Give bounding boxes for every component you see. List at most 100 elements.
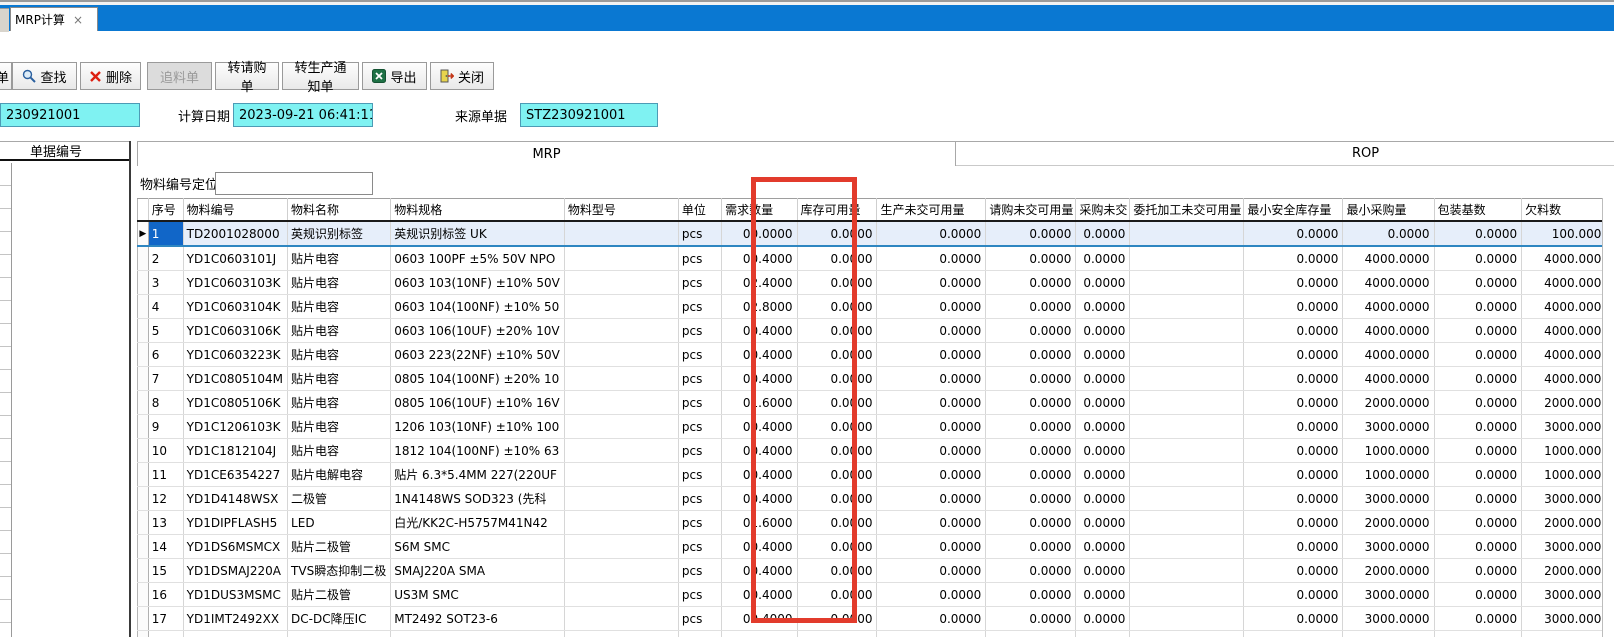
cell-stock-available[interactable]: 0.0000 [797,583,877,607]
cell-stock-available[interactable]: 0.0000 [797,535,877,559]
cell-shortage-qty[interactable]: 4000.0000 [1522,343,1614,367]
cell-demand-qty[interactable]: 00.0000 [722,221,797,246]
table-row[interactable]: 16YD1DUS3MSMC贴片二极管US3M SMCpcs00.40000.00… [138,583,1614,607]
cell-purchase-open[interactable]: 0.0000 [1076,607,1130,631]
cell-subcontract-open[interactable] [1130,246,1244,271]
cell-code[interactable]: YD1C1812104J [183,439,287,463]
cell-name[interactable]: TVS瞬态抑制二极 [288,559,391,583]
cell-subcontract-open[interactable] [1130,271,1244,295]
cell-seq[interactable]: 10 [148,439,183,463]
column-header-requisition-open[interactable]: 请购未交可用量 [986,199,1076,222]
cell-pack-base[interactable]: 0.0000 [1434,463,1522,487]
cell-unit[interactable]: pcs [678,583,721,607]
cell-demand-qty[interactable]: 00.4000 [722,487,797,511]
cell-min-purchase-qty[interactable]: 1000.0000 [1343,439,1434,463]
row-selector[interactable] [138,367,149,391]
cell-unit[interactable]: pcs [678,559,721,583]
cell-demand-qty[interactable]: 02.4000 [722,271,797,295]
cell-purchase-open[interactable]: 0.0000 [1076,487,1130,511]
cell-spec[interactable]: 1812 104(100NF) ±10% 63 [391,439,565,463]
cell-model[interactable] [564,295,678,319]
column-header-model[interactable]: 物料型号 [564,199,678,222]
table-row[interactable]: 4YD1C0603104K贴片电容0603 104(100NF) ±10% 50… [138,295,1614,319]
cell-demand-qty[interactable]: 01.6000 [722,391,797,415]
cell-stock-available[interactable]: 0.0000 [797,246,877,271]
cell-seq[interactable]: 2 [148,246,183,271]
table-row[interactable]: 3YD1C0603103K贴片电容0603 103(10NF) ±10% 50V… [138,271,1614,295]
cell-model[interactable] [564,246,678,271]
cell-pack-base[interactable]: 0.0000 [1434,367,1522,391]
cell-spec[interactable]: 0805 104(100NF) ±20% 10 [391,367,565,391]
cell-name[interactable]: 贴片电容 [288,343,391,367]
cell-min-safety-stock[interactable]: 0.0000 [1244,583,1343,607]
row-selector[interactable]: ▶ [138,221,149,246]
cell-demand-qty[interactable]: 00.4000 [722,463,797,487]
cell-shortage-qty[interactable]: 2000.0000 [1522,559,1614,583]
cell-requisition-open[interactable]: 0.0000 [986,463,1076,487]
column-header-production-open[interactable]: 生产未交可用量 [877,199,986,222]
cell-purchase-open[interactable]: 0.0000 [1076,367,1130,391]
tab-fragment[interactable] [0,8,9,32]
cell-min-purchase-qty[interactable]: 4000.0000 [1343,246,1434,271]
cell-model[interactable] [564,415,678,439]
cell-production-open[interactable]: 0.0000 [877,607,986,631]
cell-requisition-open[interactable]: 0.0000 [986,391,1076,415]
cell-spec[interactable]: US3M SMC [391,583,565,607]
cell-demand-qty[interactable]: 00.4000 [722,583,797,607]
cell-name[interactable]: 贴片电容 [288,319,391,343]
find-button[interactable]: 查找 [12,62,77,90]
cell-min-safety-stock[interactable]: 0.0000 [1244,343,1343,367]
table-row[interactable]: 11YD1CE6354227贴片电解电容贴片 6.3*5.4MM 227(220… [138,463,1614,487]
cell-stock-available[interactable]: 0.0000 [797,295,877,319]
cell-requisition-open[interactable]: 0.0000 [986,607,1076,631]
cell-production-open[interactable]: 0.0000 [877,246,986,271]
table-row[interactable]: 5YD1C0603106K贴片电容0603 106(10UF) ±20% 10V… [138,319,1614,343]
cell-stock-available[interactable]: 0.0000 [797,511,877,535]
column-header-min-purchase-qty[interactable]: 最小采购量 [1343,199,1434,222]
cell-subcontract-open[interactable] [1130,367,1244,391]
cell-spec[interactable]: 0603 223(22NF) ±10% 50V [391,343,565,367]
cell-production-open[interactable]: 0.0000 [877,367,986,391]
cell-stock-available[interactable]: 0.0000 [797,343,877,367]
cell-min-purchase-qty[interactable]: 4000.0000 [1343,271,1434,295]
cell-demand-qty[interactable]: 00.4000 [722,319,797,343]
cell-model[interactable] [564,367,678,391]
cell-subcontract-open[interactable] [1130,295,1244,319]
cell-seq[interactable]: 1 [148,221,183,246]
cell-stock-available[interactable]: 0.0000 [797,391,877,415]
cell-spec[interactable]: MT2492 SOT23-6 [391,607,565,631]
cell-shortage-qty[interactable]: 100.0000 [1522,221,1614,246]
cell-shortage-qty[interactable]: 1000.0000 [1522,439,1614,463]
cell-production-open[interactable]: 0.0000 [877,535,986,559]
cell-min-safety-stock[interactable]: 0.0000 [1244,487,1343,511]
cell-subcontract-open[interactable] [1130,391,1244,415]
cell-purchase-open[interactable]: 0.0000 [1076,246,1130,271]
cell-requisition-open[interactable]: 0.0000 [986,343,1076,367]
row-selector[interactable] [138,535,149,559]
cell-model[interactable] [564,463,678,487]
cell-seq[interactable]: 11 [148,463,183,487]
cell-subcontract-open[interactable] [1130,487,1244,511]
cell-seq[interactable]: 4 [148,295,183,319]
cell-min-safety-stock[interactable]: 0.0000 [1244,439,1343,463]
cell-min-safety-stock[interactable]: 0.0000 [1244,246,1343,271]
row-selector[interactable] [138,295,149,319]
cell-stock-available[interactable]: 0.0000 [797,463,877,487]
cell-pack-base[interactable]: 0.0000 [1434,535,1522,559]
tab-rop[interactable]: ROP [956,141,1614,166]
table-row[interactable]: 8YD1C0805106K贴片电容0805 106(10UF) ±10% 16V… [138,391,1614,415]
cell-subcontract-open[interactable] [1130,319,1244,343]
doc-list[interactable] [12,163,130,637]
cell-pack-base[interactable]: 0.0000 [1434,511,1522,535]
cell-unit[interactable]: pcs [678,415,721,439]
cell-seq[interactable]: 14 [148,535,183,559]
cell-unit[interactable]: pcs [678,319,721,343]
cell-purchase-open[interactable]: 0.0000 [1076,295,1130,319]
cell-min-safety-stock[interactable]: 0.0000 [1244,607,1343,631]
cell-seq[interactable]: 17 [148,607,183,631]
cell-min-purchase-qty[interactable]: 3000.0000 [1343,535,1434,559]
cell-model[interactable] [564,221,678,246]
cell-subcontract-open[interactable] [1130,221,1244,246]
panel-divider[interactable] [129,141,131,637]
cell-code[interactable]: YD1C0603106K [183,319,287,343]
